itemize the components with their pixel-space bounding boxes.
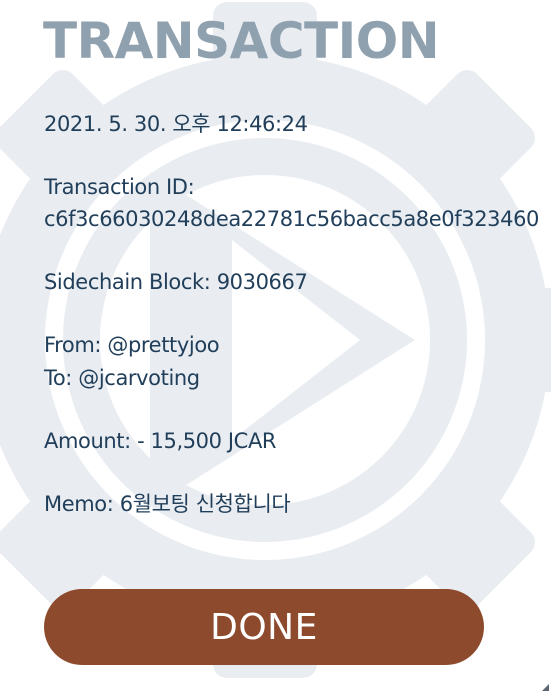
transaction-dialog: TRANSACTION 2021. 5. 30. 오후 12:46:24 Tra… (0, 0, 551, 693)
transaction-id-label: Transaction ID: (44, 175, 195, 199)
resize-grip-icon[interactable] (542, 684, 549, 691)
transaction-timestamp: 2021. 5. 30. 오후 12:46:24 (44, 112, 308, 136)
from-account: From: @prettyjoo (44, 333, 220, 357)
sidechain-block: Sidechain Block: 9030667 (44, 270, 308, 294)
page-title: TRANSACTION (43, 12, 440, 70)
to-account: To: @jcarvoting (44, 366, 200, 390)
done-button-label: DONE (210, 606, 318, 648)
transfer-amount: Amount: - 15,500 JCAR (44, 429, 277, 453)
transaction-id-value: c6f3c66030248dea22781c56bacc5a8e0f323460 (44, 207, 540, 231)
done-button[interactable]: DONE (44, 589, 484, 665)
transfer-memo: Memo: 6월보팅 신청합니다 (44, 492, 291, 516)
